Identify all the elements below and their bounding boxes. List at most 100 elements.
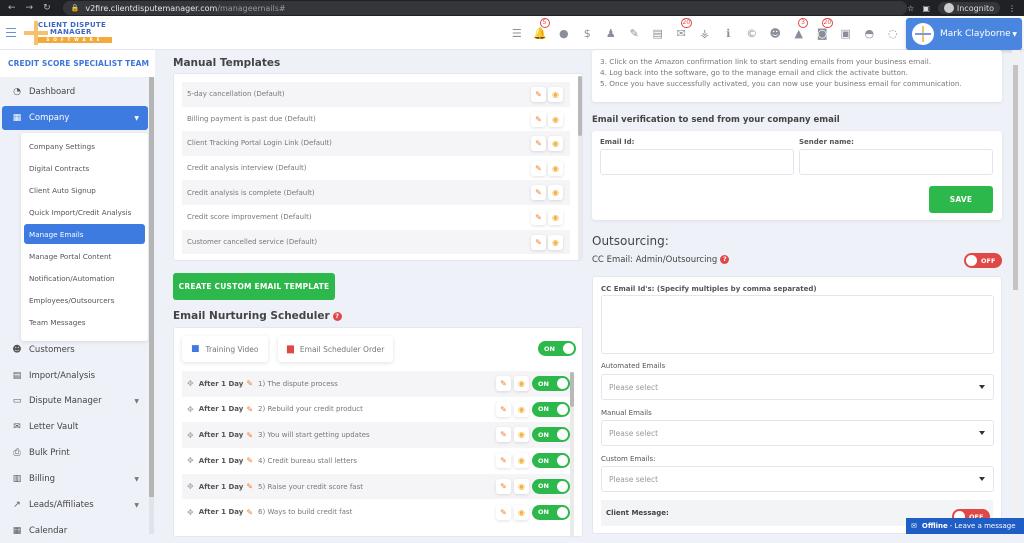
edit-template-button[interactable]: ✎ xyxy=(531,210,546,225)
sidepanel-icon[interactable]: ▣ xyxy=(922,4,930,13)
reload-icon[interactable]: ↻ xyxy=(43,3,51,13)
help-icon[interactable]: ? xyxy=(720,255,730,264)
copyright-button[interactable]: © xyxy=(740,22,764,44)
edit-email-button[interactable]: ✎ xyxy=(496,401,511,417)
edit-template-button[interactable]: ✎ xyxy=(531,136,546,152)
sidebar-item-letter-vault[interactable]: ✉ Letter Vault xyxy=(2,415,148,439)
drag-handle-icon[interactable]: ✥ xyxy=(187,431,194,440)
cc-email-ids-textarea[interactable] xyxy=(601,295,994,354)
bell-button[interactable]: 🔔 5 xyxy=(529,18,553,44)
browser-menu-icon[interactable]: ⋮ xyxy=(1008,4,1016,13)
chat-button[interactable]: ◌ xyxy=(881,22,905,44)
info-button[interactable]: ℹ xyxy=(717,22,741,44)
drag-handle-icon[interactable]: ✥ xyxy=(187,508,194,517)
sidebar-item-bulk-print[interactable]: ⎙ Bulk Print xyxy=(2,441,148,465)
drag-handle-icon[interactable]: ✥ xyxy=(187,379,194,388)
warning-button[interactable]: ▲ 3 xyxy=(787,18,811,44)
sidebar-item-billing[interactable]: ▥ Billing ▼ xyxy=(2,467,148,491)
preview-email-button[interactable]: ◉ xyxy=(514,427,529,443)
drag-handle-icon[interactable]: ✥ xyxy=(187,456,194,465)
preview-template-button[interactable]: ◉ xyxy=(548,136,563,152)
sidebar-item-import-analysis[interactable]: ▤ Import/Analysis xyxy=(2,364,148,388)
forward-icon[interactable]: → xyxy=(26,3,34,13)
users-button[interactable]: ☻ xyxy=(764,22,788,44)
submenu-item-employees-outsourcers[interactable]: Employees/Outsourcers xyxy=(24,290,145,310)
submenu-item-notification-automation[interactable]: Notification/Automation xyxy=(24,268,145,288)
preview-email-button[interactable]: ◉ xyxy=(514,453,529,469)
edit-delay-pencil-icon[interactable]: ✎ xyxy=(246,405,253,414)
automated-emails-select[interactable]: Please select xyxy=(601,374,994,400)
chat-widget[interactable]: ✉ Offline - Leave a message xyxy=(906,518,1024,534)
submenu-item-team-messages[interactable]: Team Messages xyxy=(24,312,145,332)
edit-email-button[interactable]: ✎ xyxy=(496,478,511,494)
create-custom-email-template-button[interactable]: CREATE CUSTOM EMAIL TEMPLATE xyxy=(173,273,335,300)
document-button[interactable]: ▤ xyxy=(646,22,670,44)
edit-email-button[interactable]: ✎ xyxy=(496,376,511,391)
tray-button[interactable]: ◓ xyxy=(858,22,882,44)
page-scrollbar[interactable] xyxy=(1012,50,1020,534)
sidebar-scrollbar[interactable] xyxy=(149,77,154,534)
edit-delay-pencil-icon[interactable]: ✎ xyxy=(246,508,253,517)
scheduler-scrollbar[interactable] xyxy=(570,372,574,538)
submenu-item-quick-import-credit-analysis[interactable]: Quick Import/Credit Analysis xyxy=(24,202,145,222)
preview-email-button[interactable]: ◉ xyxy=(514,376,529,391)
custom-emails-select[interactable]: Please select xyxy=(601,466,994,492)
edit-delay-pencil-icon[interactable]: ✎ xyxy=(246,431,253,440)
pen-button[interactable]: ✎ xyxy=(623,22,647,44)
templates-scrollbar[interactable] xyxy=(578,76,582,260)
client-button[interactable]: ● xyxy=(552,22,576,44)
training-video-button[interactable]: ■ Training Video xyxy=(182,336,268,362)
incognito-badge[interactable]: Incognito xyxy=(937,2,1000,14)
sitemap-button[interactable]: ⚶ xyxy=(693,22,717,44)
inbox-alert-button[interactable]: ◙ 20 xyxy=(811,18,835,44)
back-icon[interactable]: ← xyxy=(8,3,16,13)
edit-email-button[interactable]: ✎ xyxy=(496,427,511,443)
preview-email-button[interactable]: ◉ xyxy=(514,401,529,417)
edit-delay-pencil-icon[interactable]: ✎ xyxy=(246,379,253,388)
email-enabled-toggle[interactable]: ON xyxy=(532,427,570,443)
money-button[interactable]: ▣ xyxy=(834,22,858,44)
bookmark-star-icon[interactable]: ☆ xyxy=(907,4,914,13)
user-tie-button[interactable]: ♟ xyxy=(599,22,623,44)
submenu-item-manage-portal-content[interactable]: Manage Portal Content xyxy=(24,246,145,266)
cc-email-toggle[interactable]: OFF xyxy=(964,253,1002,268)
submenu-item-manage-emails[interactable]: Manage Emails xyxy=(24,224,145,244)
drag-handle-icon[interactable]: ✥ xyxy=(187,482,194,491)
edit-template-button[interactable]: ✎ xyxy=(531,87,546,102)
dollar-button[interactable]: $ xyxy=(576,22,600,44)
email-enabled-toggle[interactable]: ON xyxy=(532,478,570,494)
app-logo[interactable]: CLIENT DISPUTE MANAGER SOFTWARE xyxy=(24,19,112,47)
email-enabled-toggle[interactable]: ON xyxy=(532,504,570,520)
sidebar-item-leads-affiliates[interactable]: ↗ Leads/Affiliates ▼ xyxy=(2,493,148,517)
email-enabled-toggle[interactable]: ON xyxy=(532,401,570,417)
preview-template-button[interactable]: ◉ xyxy=(548,185,563,201)
preview-email-button[interactable]: ◉ xyxy=(514,504,529,520)
preview-template-button[interactable]: ◉ xyxy=(548,111,563,127)
submenu-item-company-settings[interactable]: Company Settings xyxy=(24,136,145,156)
hamburger-menu-icon[interactable] xyxy=(6,28,16,37)
edit-email-button[interactable]: ✎ xyxy=(496,453,511,469)
scheduler-master-toggle[interactable]: ON xyxy=(538,341,576,356)
submenu-item-digital-contracts[interactable]: Digital Contracts xyxy=(24,158,145,178)
preview-template-button[interactable]: ◉ xyxy=(548,210,563,225)
submenu-item-client-auto-signup[interactable]: Client Auto Signup xyxy=(24,180,145,200)
preview-email-button[interactable]: ◉ xyxy=(514,478,529,494)
sidebar-item-calendar[interactable]: ▦ Calendar xyxy=(2,519,148,543)
tasks-button[interactable]: ☰ xyxy=(505,22,529,44)
sidebar-item-customers[interactable]: ☻ Customers xyxy=(2,338,148,362)
sidebar-item-company[interactable]: ▦ Company ▼ xyxy=(2,106,148,130)
edit-template-button[interactable]: ✎ xyxy=(531,234,546,250)
help-icon[interactable]: ? xyxy=(332,311,342,321)
sidebar-item-dashboard[interactable]: ◔ Dashboard xyxy=(2,80,148,104)
email-id-input[interactable] xyxy=(600,149,794,175)
preview-template-button[interactable]: ◉ xyxy=(548,234,563,250)
sender-name-input[interactable] xyxy=(799,149,993,175)
manual-emails-select[interactable]: Please select xyxy=(601,420,994,446)
edit-template-button[interactable]: ✎ xyxy=(531,185,546,201)
preview-template-button[interactable]: ◉ xyxy=(548,87,563,102)
edit-delay-pencil-icon[interactable]: ✎ xyxy=(246,456,253,465)
user-menu[interactable]: Mark Clayborne ▼ xyxy=(906,18,1022,50)
email-enabled-toggle[interactable]: ON xyxy=(532,453,570,469)
drag-handle-icon[interactable]: ✥ xyxy=(187,405,194,414)
edit-template-button[interactable]: ✎ xyxy=(531,111,546,127)
